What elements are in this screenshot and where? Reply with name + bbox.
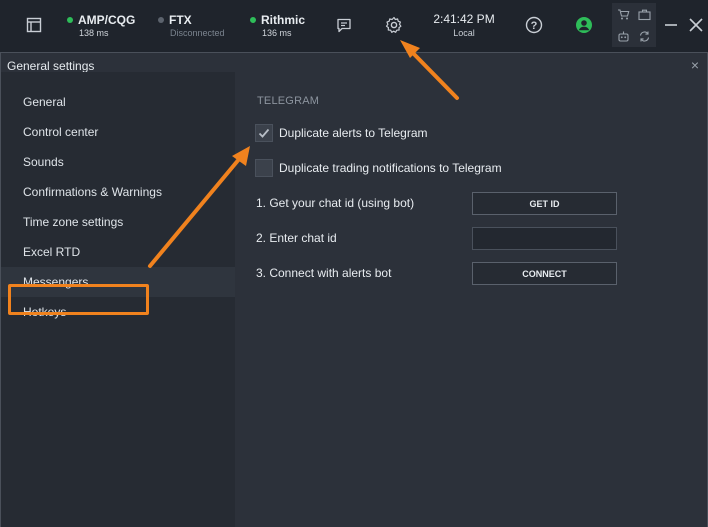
duplicate-alerts-option[interactable]: Duplicate alerts to Telegram	[255, 124, 428, 142]
duplicate-trading-checkbox[interactable]	[255, 159, 273, 177]
connection-rithmic[interactable]: Rithmic 136 ms	[250, 13, 305, 38]
connection-amp-cqg[interactable]: AMP/CQG 138 ms	[67, 13, 135, 38]
clock[interactable]: 2:41:42 PM Local	[430, 12, 498, 38]
step2-label: 2. Enter chat id	[256, 231, 337, 245]
sidebar-item-excel-rtd[interactable]: Excel RTD	[1, 237, 235, 267]
messengers-panel: TELEGRAM Duplicate alerts to Telegram Du…	[235, 72, 707, 527]
settings-sidebar: General Control center Sounds Confirmati…	[1, 72, 235, 527]
top-toolbar: AMP/CQG 138 ms FTX Disconnected Rithmic …	[0, 0, 708, 52]
sidebar-item-control-center[interactable]: Control center	[1, 117, 235, 147]
general-settings-dialog: General settings × General Control cente…	[0, 52, 708, 527]
selection-highlight	[8, 284, 149, 315]
chat-icon[interactable]	[334, 15, 354, 35]
close-window-icon[interactable]	[686, 15, 706, 35]
connection-status: Disconnected	[170, 28, 225, 38]
svg-text:?: ?	[531, 20, 538, 32]
checkmark-icon	[258, 128, 270, 138]
connection-name: AMP/CQG	[78, 13, 136, 27]
chat-id-input[interactable]	[472, 227, 617, 250]
sidebar-item-general[interactable]: General	[1, 87, 235, 117]
refresh-icon[interactable]	[635, 27, 653, 45]
connection-latency: 136 ms	[262, 28, 292, 38]
quick-actions-panel	[612, 3, 656, 47]
connection-name: Rithmic	[261, 13, 306, 27]
dialog-title: General settings	[7, 59, 95, 73]
duplicate-trading-label: Duplicate trading notifications to Teleg…	[279, 161, 502, 175]
workspace-icon[interactable]	[24, 15, 44, 35]
duplicate-alerts-label: Duplicate alerts to Telegram	[279, 126, 428, 140]
connection-ftx[interactable]: FTX Disconnected	[158, 13, 225, 38]
minimize-icon[interactable]	[662, 15, 680, 35]
cart-icon[interactable]	[614, 5, 632, 23]
get-id-button[interactable]: GET ID	[472, 192, 617, 215]
briefcase-icon[interactable]	[635, 5, 653, 23]
duplicate-trading-option[interactable]: Duplicate trading notifications to Teleg…	[255, 159, 502, 177]
sidebar-item-sounds[interactable]: Sounds	[1, 147, 235, 177]
help-icon[interactable]: ?	[523, 14, 545, 36]
status-dot	[158, 17, 164, 23]
step3-label: 3. Connect with alerts bot	[256, 266, 392, 280]
step1-label: 1. Get your chat id (using bot)	[256, 196, 415, 210]
connection-name: FTX	[169, 13, 192, 27]
sidebar-item-time-zone[interactable]: Time zone settings	[1, 207, 235, 237]
status-dot	[67, 17, 73, 23]
section-title: TELEGRAM	[257, 95, 320, 107]
close-icon[interactable]: ×	[691, 58, 699, 72]
sidebar-item-confirmations[interactable]: Confirmations & Warnings	[1, 177, 235, 207]
robot-icon[interactable]	[614, 27, 632, 45]
gear-icon[interactable]	[383, 14, 405, 36]
clock-time: 2:41:42 PM	[433, 12, 495, 26]
connect-button[interactable]: CONNECT	[472, 262, 617, 285]
user-icon[interactable]	[573, 14, 595, 36]
connection-latency: 138 ms	[79, 28, 109, 38]
duplicate-alerts-checkbox[interactable]	[255, 124, 273, 142]
clock-zone: Local	[453, 28, 475, 38]
status-dot	[250, 17, 256, 23]
